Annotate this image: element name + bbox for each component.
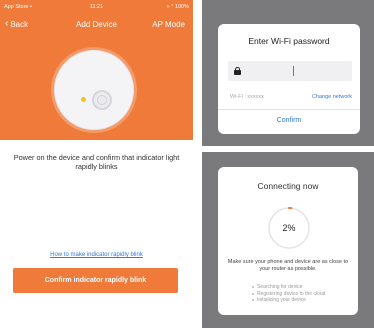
text-cursor [293, 66, 294, 76]
screenshot-root: App Store • 11:21 » ° 100% ‹ Back Add De… [0, 0, 374, 328]
dialog-divider [218, 109, 360, 110]
progress-percent: 2% [282, 223, 296, 233]
add-device-screen: App Store • 11:21 » ° 100% ‹ Back Add De… [0, 0, 193, 328]
status-battery: » ° 100% [166, 4, 189, 10]
step-item: Initializing your device [252, 297, 325, 304]
progress-ring: 2% [266, 205, 312, 251]
connection-steps: Searching for device Registering device … [252, 284, 325, 304]
connecting-title: Connecting now [257, 181, 319, 191]
wifi-confirm-button[interactable]: Confirm [218, 117, 360, 124]
connecting-dialog: Connecting now 2% Make sure your phone a… [218, 167, 358, 315]
instruction-text: Power on the device and confirm that ind… [13, 153, 180, 171]
ap-mode-button[interactable]: AP Mode [152, 20, 185, 29]
wifi-dialog-title: Enter Wi-Fi password [248, 36, 330, 46]
nav-bar: ‹ Back Add Device AP Mode [0, 16, 193, 34]
confirm-blink-button[interactable]: Confirm indicator rapidly blink [13, 268, 178, 293]
wifi-name-label: Wi-Fi : xxxxxx [230, 94, 264, 100]
change-network-link[interactable]: Change network [312, 94, 352, 100]
lock-icon [234, 67, 241, 75]
wifi-password-dialog: Enter Wi-Fi password Wi-Fi : xxxxxx Chan… [218, 24, 360, 134]
status-bar: App Store • 11:21 » ° 100% [4, 2, 189, 13]
password-input[interactable] [228, 61, 352, 81]
device-button-center [97, 95, 107, 105]
status-time: 11:21 [89, 4, 104, 10]
help-link[interactable]: How to make indicator rapidly blink [10, 252, 183, 258]
connecting-message: Make sure your phone and device are as c… [227, 259, 349, 272]
device-illustration [54, 50, 134, 130]
indicator-light-icon [81, 97, 86, 102]
